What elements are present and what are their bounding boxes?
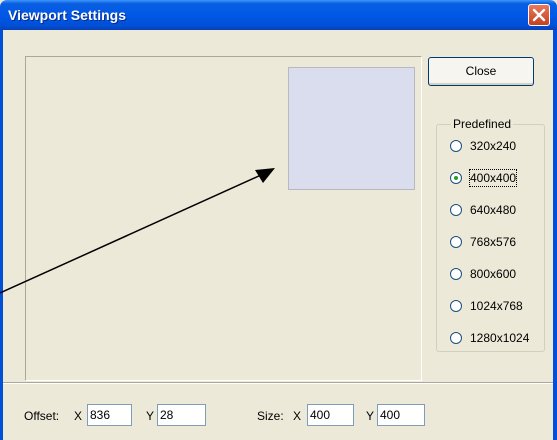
- radio-label: 1280x1024: [470, 331, 530, 345]
- radio-label: 800x600: [470, 267, 517, 281]
- radio-label: 1024x768: [470, 299, 523, 313]
- radio-label: 400x400: [468, 169, 518, 187]
- size-x-input[interactable]: 400: [307, 404, 354, 426]
- radio-button[interactable]: [450, 332, 462, 344]
- size-y-label: Y: [366, 409, 375, 423]
- offset-x-label: X: [74, 409, 83, 423]
- close-icon: [532, 8, 546, 22]
- window-close-button[interactable]: [528, 4, 550, 26]
- predefined-label: Predefined: [451, 117, 514, 131]
- offset-label: Offset:: [24, 409, 60, 423]
- size-x-label: X: [293, 409, 302, 423]
- viewport-preview-area[interactable]: [25, 56, 422, 381]
- close-button[interactable]: Close: [428, 57, 534, 86]
- window-frame-right: [553, 30, 557, 440]
- radio-button-selected[interactable]: [450, 172, 462, 184]
- size-label: Size:: [257, 409, 284, 423]
- window-title: Viewport Settings: [8, 7, 126, 23]
- radio-button[interactable]: [450, 236, 462, 248]
- viewport-rectangle[interactable]: [288, 67, 415, 190]
- radio-button[interactable]: [450, 204, 462, 216]
- viewport-settings-window: Viewport Settings Close Predefined 320x2…: [0, 0, 557, 440]
- offset-y-input[interactable]: 28: [157, 404, 206, 426]
- bottom-separator: [3, 382, 553, 384]
- size-y-input[interactable]: 400: [377, 404, 425, 426]
- title-bar[interactable]: Viewport Settings: [0, 0, 557, 30]
- radio-label: 320x240: [470, 139, 517, 153]
- window-frame-left: [0, 30, 3, 440]
- offset-x-input[interactable]: 836: [87, 404, 132, 426]
- radio-label: 640x480: [470, 203, 517, 217]
- radio-button[interactable]: [450, 140, 462, 152]
- radio-button[interactable]: [450, 268, 462, 280]
- offset-y-label: Y: [146, 409, 155, 423]
- radio-button[interactable]: [450, 300, 462, 312]
- radio-label: 768x576: [470, 235, 517, 249]
